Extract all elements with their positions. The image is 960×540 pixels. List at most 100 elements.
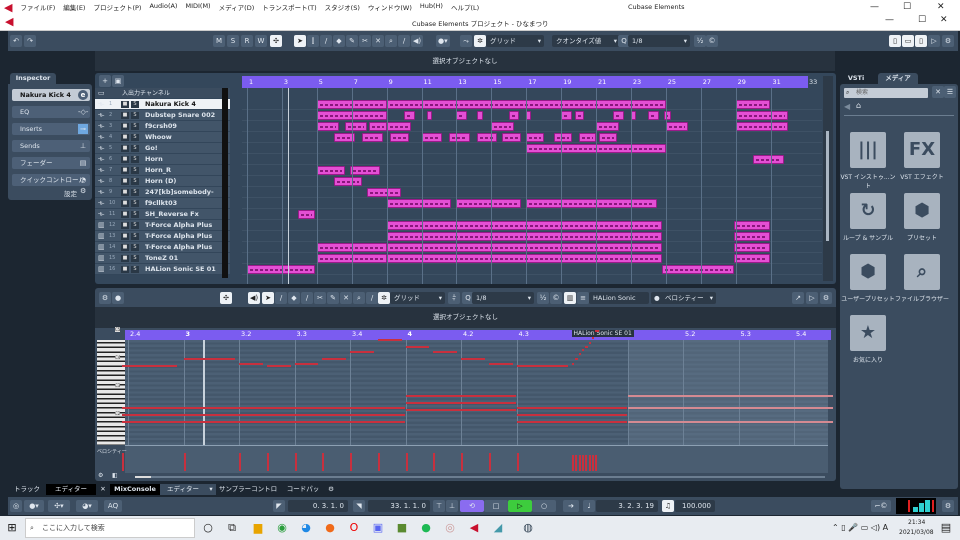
draw-tool-icon[interactable]: / [398,35,410,47]
read-button[interactable]: R [241,35,253,47]
return-to-start-icon[interactable]: ➔ [563,500,579,512]
range-tool-icon[interactable]: ⫿ [307,35,319,47]
play-tool-icon[interactable]: ◀) [411,35,424,47]
menu-item[interactable]: Hub(H) [416,2,447,12]
back-icon[interactable]: ◀ [844,102,850,111]
quantize-value-select[interactable]: 1/8 [628,35,690,47]
position-field[interactable]: 3. 2. 3. 19 [596,500,658,512]
event-clip[interactable] [334,177,363,186]
event-clip[interactable] [344,122,368,131]
menu-item[interactable]: ウィンドウ(W) [364,2,416,12]
cortana-icon[interactable]: ○ [200,521,216,534]
menu-item[interactable]: 編集(E) [59,2,89,12]
velocity-bar[interactable] [183,453,186,471]
solo-button[interactable]: S [131,255,139,262]
left-locator-icon[interactable]: ◤ [273,500,285,512]
midi-note[interactable] [405,409,516,412]
horizontal-scrollbar[interactable] [135,476,825,478]
track-presets-icon[interactable]: ▣ [112,75,124,87]
event-clip[interactable] [349,166,380,175]
inspector-tab[interactable]: Inspector [10,73,56,84]
object-select-tool-icon[interactable]: ➤ [294,35,306,47]
solo-button[interactable]: S [131,101,139,108]
midi-note[interactable] [122,420,405,423]
velocity-bar[interactable] [591,455,594,471]
media-tile-label[interactable]: プリセット [892,233,952,242]
firefox-icon[interactable]: ● [322,521,338,534]
itunes-icon[interactable]: ◎ [442,521,458,534]
event-clip[interactable] [526,133,544,142]
event-clip[interactable] [554,133,572,142]
close-button[interactable]: ✕ [937,2,945,12]
inspector-section-quick-controls[interactable]: クイックコントロール ◔ [12,174,90,186]
metronome-mode-icon[interactable]: ◕▾ [76,500,98,512]
mute-tool-icon[interactable]: ✕ [372,35,384,47]
mute-button[interactable]: M [213,35,225,47]
menu-item[interactable]: ヘルプ(L) [447,2,483,12]
midi-note[interactable] [461,358,485,360]
maximize-button[interactable]: ☐ [918,15,926,25]
mute-button[interactable]: ■ [121,134,129,141]
tab-vsti[interactable]: VSTi [844,73,868,84]
track-header[interactable]: ▥13■ST-Force Alpha Plus ...D) [95,231,230,251]
media-tile[interactable]: ⌕ [904,254,940,290]
record-button[interactable]: ○ [532,500,556,512]
track-header[interactable]: ⟛ 5 ■ S Go! [95,143,230,154]
glue-tool-icon[interactable]: ✎ [327,292,339,304]
snap-to-zero-icon[interactable]: ⫩ [448,292,460,304]
track-header[interactable]: ⟛ 2 ■ S Dubstep Snare 002 [95,110,230,121]
mute-button[interactable]: ■ [121,167,129,174]
maximize-button[interactable]: ☐ [903,2,911,12]
event-clip[interactable] [404,111,415,120]
erase-tool-icon[interactable]: ✎ [346,35,358,47]
menu-item[interactable]: ファイル(F) [16,2,59,12]
inspector-section-sends[interactable]: Sends ⊥ [12,140,90,152]
velocity-bar[interactable] [575,455,578,471]
midi-note[interactable] [572,362,575,365]
velocity-bar[interactable] [595,455,598,471]
mute-button[interactable]: ■ [121,255,129,262]
inspector-track-name[interactable]: Nakura Kick 4 e [12,89,90,101]
cycle-button[interactable]: ⟲ [460,500,484,512]
piano-keyboard[interactable] [97,340,125,445]
snap-type-select[interactable]: グリッド [486,35,544,47]
scissors-tool-icon[interactable]: ✂ [359,35,371,47]
media-search-input[interactable]: ⌕ 検索 [844,88,928,98]
velocity-bar[interactable] [488,453,491,471]
menu-item[interactable]: トランスポート(T) [258,2,320,12]
line-draw-tool-icon[interactable]: / [366,292,378,304]
velocity-bar[interactable] [405,453,408,471]
media-tile-label[interactable]: VST エフェクト [892,172,952,181]
close-tab-icon[interactable]: ✕ [96,484,110,495]
tab-sampler-control[interactable]: サンプラーコントロール [218,484,278,504]
line-tool-icon[interactable]: / [301,292,313,304]
redo-icon[interactable]: ↷ [24,35,36,47]
media-tile-label[interactable]: VST インストゥ...ント [838,172,898,190]
discord-icon[interactable]: ▣ [370,521,386,534]
event-clip[interactable] [297,210,316,219]
event-clip[interactable] [733,254,771,263]
mute-button[interactable]: ■ [121,156,129,163]
cubase-taskbar-icon[interactable]: ◀ [466,521,482,534]
automation-icon[interactable]: ✣ [220,292,232,304]
event-clip[interactable] [753,155,785,164]
lower-zone-toggle-icon[interactable]: ▭ [902,35,914,47]
tab-chord-pads[interactable]: コードパッド [286,484,320,504]
event-clip[interactable] [508,111,520,120]
velocity-bar[interactable] [433,453,436,471]
tab-editor[interactable]: エディター [46,484,96,495]
quantize-settings-icon[interactable]: © [706,35,718,47]
media-tile-label[interactable]: ファイルブラウザー [892,294,952,303]
midi-note[interactable] [122,413,405,416]
toggle-zone-icon[interactable]: ▷ [806,292,818,304]
midi-note[interactable] [183,358,236,360]
draw-tool-icon[interactable]: / [275,292,287,304]
midi-note[interactable] [588,341,591,344]
media-tile[interactable]: ⬢ [904,193,940,229]
media-tile[interactable]: ||| [850,132,886,168]
track-header[interactable]: ▥14■ST-Force Alpha Plus ...01 [95,242,230,262]
minimize-button[interactable]: — [870,2,879,12]
event-clip[interactable] [733,232,771,241]
gear-icon[interactable]: ⚙ [820,292,832,304]
menu-item[interactable]: スタジオ(S) [321,2,364,12]
